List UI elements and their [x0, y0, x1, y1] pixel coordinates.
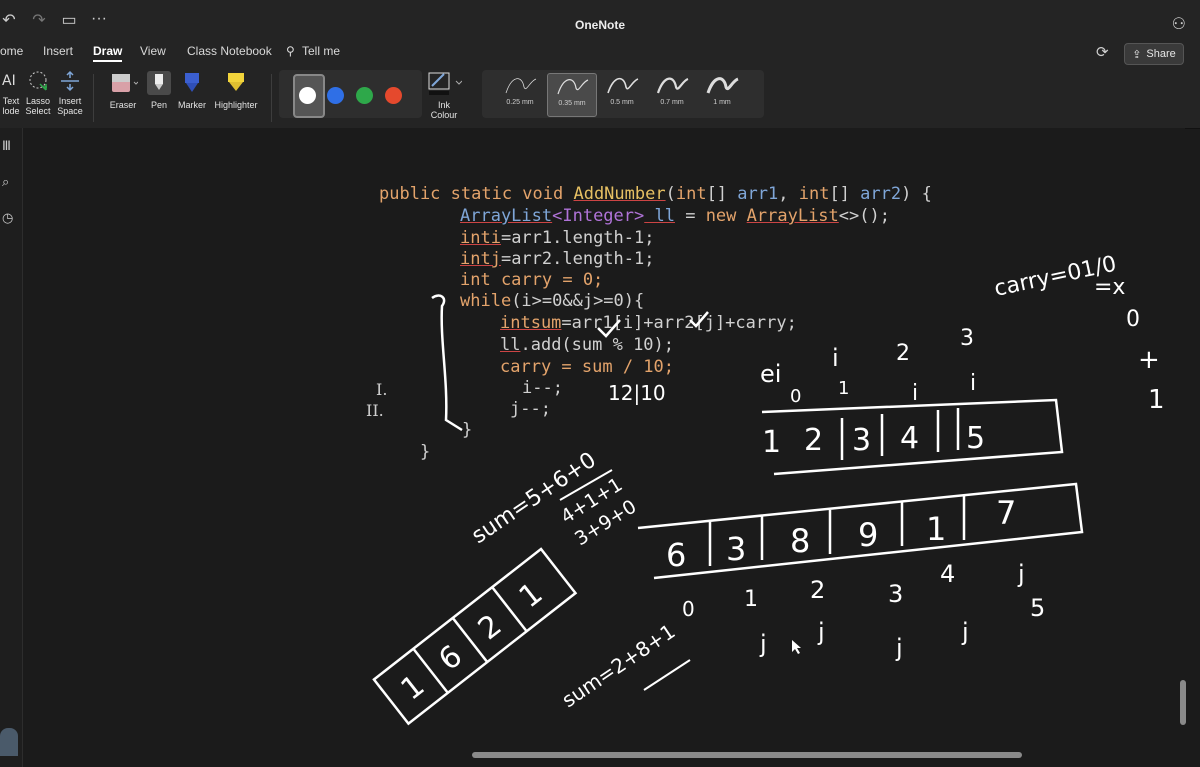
ink-arr1-cell: 1 [762, 425, 781, 460]
ink-arr2-index: 4 [940, 560, 955, 588]
ink-j-label: j [817, 618, 825, 646]
ink-arr1-index: i [970, 371, 976, 396]
ink-arr2-index: 5 [1030, 594, 1045, 622]
ink-result-array: 1 6 2 1 [372, 547, 578, 726]
ink-zero-note: 0 [1126, 307, 1140, 332]
ink-arr1-index: 0 [790, 386, 801, 407]
ink-arr2-cell: 6 [666, 536, 686, 574]
ink-result-cell: 2 [472, 608, 509, 647]
ink-arr1-top-label: 3 [960, 326, 974, 351]
ink-arr1-top-label: ei [760, 360, 781, 388]
ink-result-box [372, 547, 578, 726]
ink-arr1-top-label: i [832, 344, 839, 372]
ink-sum-line-4: sum=2+8+1 [557, 619, 679, 712]
ink-sum-note: 12|10 [608, 381, 666, 405]
ink-result-cell: 6 [432, 639, 469, 678]
ink-drawing-layer: 12|10 carry=01/0 =x 0 + 1 ei i 2 3 0 1 i… [372, 252, 1165, 726]
ink-j-label: j [895, 634, 903, 662]
ink-x-note: =x [1094, 275, 1125, 300]
ink-plus-note: + [1138, 345, 1160, 375]
mouse-cursor-icon [792, 640, 801, 654]
vertical-scrollbar[interactable] [1180, 680, 1186, 725]
ink-arr1-index: i [912, 381, 918, 406]
ink-arr2-index: 1 [744, 587, 758, 612]
horizontal-scrollbar[interactable] [472, 752, 1022, 758]
ink-arr1-cell: 4 [900, 421, 919, 456]
avatar [0, 728, 18, 756]
ink-result-cell: 1 [395, 668, 432, 707]
ink-j-label: j [1017, 560, 1025, 588]
ink-arr2-index: 0 [682, 597, 695, 621]
ink-arr1-cell: 5 [966, 421, 985, 456]
ink-arr2-cell: 9 [858, 516, 878, 554]
ink-arr1-cell: 2 [804, 423, 823, 458]
ink-arr2-cell: 3 [726, 530, 746, 568]
ink-result-cell: 1 [513, 576, 550, 615]
ink-j-label: j [759, 630, 767, 658]
ink-j-label: j [961, 618, 969, 646]
ink-arr1-cell: 3 [852, 423, 871, 458]
ink-arr2-cell: 7 [996, 494, 1016, 532]
ink-arr2-index: 2 [810, 576, 825, 604]
ink-arr2-cell: 8 [790, 522, 810, 560]
ink-bracket [431, 294, 463, 432]
ink-arr1-top-label: 2 [896, 341, 910, 366]
ink-underline [643, 659, 691, 691]
ink-arr1-index: 1 [838, 378, 849, 399]
ink-arr2-index: 3 [888, 580, 903, 608]
onenote-window: ↶ ↷ ▭ ··· OneNote ⚇ ome Insert Draw View… [0, 0, 1200, 767]
ink-checkmarks [597, 311, 709, 338]
ink-one-note: 1 [1148, 385, 1165, 415]
ink-arr2-cell: 1 [926, 510, 946, 548]
